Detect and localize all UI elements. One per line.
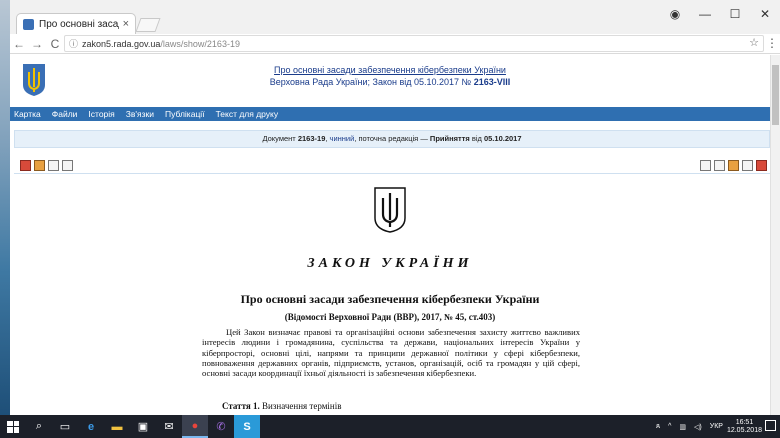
scrollbar-thumb[interactable] <box>772 65 779 125</box>
web-page: Про основні засади забезпечення кібербез… <box>10 55 770 415</box>
header-sub-prefix: Верховна Рада України; Закон від 05.10.2… <box>269 77 472 87</box>
favicon-icon <box>23 18 34 30</box>
trident-emblem-icon <box>374 187 406 233</box>
tab-strip: Про основні засади забе × ◉ — ☐ ✕ <box>10 0 780 34</box>
compare-icon[interactable] <box>714 160 725 171</box>
browser-toolbar: ← → C ⓘ zakon5.rada.gov.ua/laws/show/216… <box>10 34 780 54</box>
people-icon[interactable]: ጸ <box>656 423 660 431</box>
export-icon[interactable] <box>728 160 739 171</box>
viber-icon[interactable]: ✆ <box>208 415 234 438</box>
tab-title: Про основні засади забе <box>39 18 119 30</box>
task-view-icon[interactable]: ▭ <box>52 415 78 438</box>
docbar-from: від <box>471 134 482 143</box>
mail-icon[interactable]: ✉ <box>156 415 182 438</box>
menu-item-files[interactable]: Файли <box>52 109 78 119</box>
menu-item-card[interactable]: Картка <box>14 109 41 119</box>
search-doc-icon[interactable] <box>700 160 711 171</box>
text-view-icon[interactable] <box>62 160 73 171</box>
article-heading: Стаття 1. Визначення термінів <box>222 401 341 411</box>
law-name: Про основні засади забезпечення кібербез… <box>240 292 540 306</box>
network-icon[interactable]: ▥ <box>679 423 686 431</box>
menu-item-links[interactable]: Зв'язки <box>126 109 154 119</box>
account-icon[interactable]: ◉ <box>660 7 690 21</box>
docbar-adopt: Прийняття <box>429 134 470 143</box>
clock-time: 16:51 <box>735 418 754 426</box>
tray-chevron-icon[interactable]: ^ <box>668 423 671 430</box>
start-button[interactable] <box>0 415 26 438</box>
search-icon[interactable]: ⌕ <box>26 415 52 438</box>
browser-menu-icon[interactable]: ⋮ <box>766 36 778 50</box>
bookmark-icon[interactable] <box>756 160 767 171</box>
law-document: ЗАКОН УКРАЇНИ Про основні засади забезпе… <box>10 176 770 415</box>
close-window-button[interactable]: ✕ <box>750 7 780 21</box>
close-tab-icon[interactable]: × <box>123 18 129 30</box>
print-icon[interactable] <box>20 160 31 171</box>
law-header-subtitle: Верховна Рада України; Закон від 05.10.2… <box>10 77 770 87</box>
url-host: zakon5.rada.gov.ua <box>82 38 161 49</box>
browser-window: Про основні засади забе × ◉ — ☐ ✕ ← → C … <box>10 0 780 415</box>
law-preamble: Цей Закон визначає правові та організаці… <box>202 327 580 379</box>
article-title: Визначення термінів <box>262 401 342 411</box>
pdf-icon[interactable] <box>34 160 45 171</box>
notifications-icon[interactable] <box>765 420 776 431</box>
url-path: /laws/show/2163-19 <box>160 38 240 49</box>
system-tray: ጸ ^ ▥ ◁) УКР 16:51 12.05.2018 <box>652 415 780 438</box>
maximize-button[interactable]: ☐ <box>720 7 750 21</box>
site-menubar: Картка Файли Історія Зв'язки Публікації … <box>10 107 770 121</box>
document-tools-bar <box>14 158 770 174</box>
chrome-icon[interactable]: ● <box>182 415 208 438</box>
skype-icon[interactable]: S <box>234 415 260 438</box>
edge-icon[interactable]: e <box>78 415 104 438</box>
printer-icon[interactable] <box>742 160 753 171</box>
bookmark-star-icon[interactable]: ☆ <box>749 36 759 49</box>
docbar-prefix: Документ <box>262 134 296 143</box>
menu-item-publications[interactable]: Публікації <box>165 109 205 119</box>
browser-tab[interactable]: Про основні засади забе × <box>16 13 136 34</box>
volume-icon[interactable]: ◁) <box>694 423 702 431</box>
store-icon[interactable]: ▣ <box>130 415 156 438</box>
menu-item-history[interactable]: Історія <box>88 109 114 119</box>
windows-taskbar: ⌕ ▭ e ▬ ▣ ✉ ● ✆ S ጸ ^ ▥ ◁) УКР 16:51 12.… <box>0 415 780 438</box>
law-title: ЗАКОН УКРАЇНИ <box>307 256 473 271</box>
law-source: (Відомості Верховної Ради (ВВР), 2017, №… <box>284 312 496 322</box>
docbar-status-link[interactable]: чинний <box>330 134 355 143</box>
windows-logo-icon <box>7 420 19 433</box>
document-status-bar: Документ 2163-19, чинний, поточна редакц… <box>14 130 770 148</box>
forward-button[interactable]: → <box>28 37 46 51</box>
docbar-middle: , поточна редакція — <box>354 134 428 143</box>
window-controls: ◉ — ☐ ✕ <box>660 2 780 26</box>
vertical-scrollbar[interactable] <box>770 55 780 415</box>
article-label: Стаття 1. <box>222 401 260 411</box>
info-icon[interactable]: ⓘ <box>69 37 78 50</box>
document-icon[interactable] <box>48 160 59 171</box>
menu-item-print-text[interactable]: Текст для друку <box>216 109 279 119</box>
desktop-background <box>0 0 10 415</box>
docbar-date: 05.10.2017 <box>483 134 522 143</box>
minimize-button[interactable]: — <box>690 7 720 21</box>
header-sub-number: 2163-VIII <box>473 77 511 87</box>
clock[interactable]: 16:51 12.05.2018 <box>727 419 762 435</box>
reload-button[interactable]: C <box>46 37 64 51</box>
language-indicator[interactable]: УКР <box>710 423 723 430</box>
address-bar[interactable]: ⓘ zakon5.rada.gov.ua/laws/show/2163-19 ☆ <box>64 35 764 52</box>
law-header-link[interactable]: Про основні засади забезпечення кібербез… <box>10 65 770 75</box>
site-header: Про основні засади забезпечення кібербез… <box>10 55 770 107</box>
new-tab-button[interactable] <box>135 18 161 32</box>
file-explorer-icon[interactable]: ▬ <box>104 415 130 438</box>
clock-date: 12.05.2018 <box>726 426 762 434</box>
docbar-number: 2163-19 <box>297 134 326 143</box>
back-button[interactable]: ← <box>10 37 28 51</box>
